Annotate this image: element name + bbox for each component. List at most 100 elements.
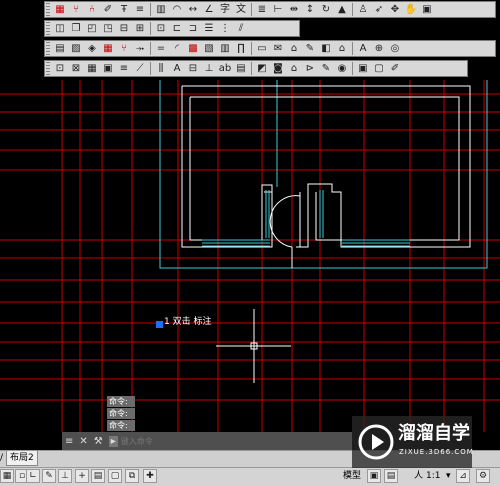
camera-icon[interactable]: ◙ (271, 62, 285, 75)
door-icon[interactable]: ⊞ (133, 22, 147, 35)
equal-icon[interactable]: = (154, 42, 168, 55)
building-icon[interactable]: ⌂ (287, 62, 301, 75)
circle-cross-icon[interactable]: ⊕ (372, 42, 386, 55)
tab-layout2[interactable]: 布局2 (6, 451, 38, 466)
properties-icon[interactable]: ▤ (53, 42, 67, 55)
angle-icon[interactable]: ∠ (202, 3, 216, 16)
menu-icon[interactable]: ≡ (65, 436, 73, 447)
eye-icon[interactable]: ◉ (335, 62, 349, 75)
dim-vertical-icon[interactable]: ↕ (303, 3, 317, 16)
book-icon[interactable]: ◧ (319, 42, 333, 55)
dynamic-ucs-icon[interactable]: ✚ (143, 469, 157, 483)
close-icon[interactable]: ✕ (79, 436, 87, 447)
model-space-label[interactable]: 模型 (343, 470, 361, 483)
toolbar-grip[interactable] (46, 42, 50, 55)
roof-icon[interactable]: ⌂ (335, 42, 349, 55)
viewport-icon[interactable]: ▣ (367, 469, 381, 483)
pan-view-icon[interactable]: ⊠ (69, 62, 83, 75)
move-icon[interactable]: ✥ (388, 3, 402, 16)
pillar-icon[interactable]: ∏ (234, 42, 248, 55)
window-frame-icon[interactable]: ▭ (255, 42, 269, 55)
layers-icon[interactable]: ◫ (53, 22, 67, 35)
stair-icon[interactable]: ≡ (117, 62, 131, 75)
polar-toggle-icon[interactable]: ✎ (42, 469, 56, 483)
toolbar-grip[interactable] (46, 62, 50, 75)
command-input[interactable] (120, 436, 271, 446)
align-icon[interactable]: ≡ (133, 3, 147, 16)
lineweight-toggle-icon[interactable]: ▤ (91, 469, 105, 483)
column-list-icon[interactable]: ☰ (202, 22, 216, 35)
ramp-icon[interactable]: ⟋ (133, 62, 147, 75)
text-multi-icon[interactable]: 文 (234, 3, 248, 16)
cube-icon[interactable]: ▣ (356, 62, 370, 75)
arc-icon[interactable]: ◠ (170, 3, 184, 16)
grid-red-icon[interactable]: ▦ (101, 42, 115, 55)
text-tool-icon[interactable]: 字 (218, 3, 232, 16)
ortho-toggle-icon[interactable]: ∟ (26, 469, 40, 483)
annotation-visibility-icon[interactable]: ⊿ (456, 469, 470, 483)
stack-icon[interactable]: ◈ (85, 42, 99, 55)
pointer-icon[interactable]: ➶ (372, 3, 386, 16)
transparency-toggle-icon[interactable]: ▢ (108, 469, 122, 483)
wrench-icon[interactable]: ⚒ (94, 436, 103, 447)
command-prompt-icon[interactable]: ▸ (108, 435, 118, 447)
grid-icon[interactable]: ▦ (53, 3, 67, 16)
layer-split-icon[interactable]: ◳ (101, 22, 115, 35)
dim-icon[interactable]: ⊢ (271, 3, 285, 16)
layout-view-icon[interactable]: ▤ (384, 469, 398, 483)
text-a-icon[interactable]: A (170, 62, 184, 75)
axis-icon[interactable]: ⑂ (117, 42, 131, 55)
render-icon[interactable]: ◩ (255, 62, 269, 75)
window-double-icon[interactable]: ⊡ (154, 22, 168, 35)
stairs-icon[interactable]: ≣ (255, 3, 269, 16)
person-icon[interactable]: ♙ (356, 3, 370, 16)
pan-icon[interactable]: ✋ (404, 3, 418, 16)
elevation-icon[interactable]: ⊥ (202, 62, 216, 75)
move-axis-icon[interactable]: ⤞ (133, 42, 147, 55)
envelope-icon[interactable]: ✉ (271, 42, 285, 55)
note-icon[interactable]: ▧ (202, 42, 216, 55)
zoom-window-icon[interactable]: ⊡ (53, 62, 67, 75)
pencil-icon[interactable]: ✎ (303, 42, 317, 55)
grid-view-icon[interactable]: ▦ (85, 62, 99, 75)
target-icon[interactable]: ◎ (388, 42, 402, 55)
selection-grip[interactable] (156, 321, 163, 328)
table-red-icon[interactable]: ▩ (186, 42, 200, 55)
image-icon[interactable]: ▣ (101, 62, 115, 75)
toolbar-grip[interactable] (46, 22, 50, 35)
toolbar-grip[interactable] (46, 3, 50, 16)
match-icon[interactable]: ▨ (69, 42, 83, 55)
abc-icon[interactable]: ab (218, 62, 232, 75)
hatch-icon[interactable]: ⫽ (234, 22, 248, 35)
layer-merge-icon[interactable]: ◰ (85, 22, 99, 35)
circle-arrow-icon[interactable]: ↻ (319, 3, 333, 16)
paint-icon[interactable]: ✎ (319, 62, 333, 75)
lock-icon[interactable]: ⌂ (287, 42, 301, 55)
scale-dropdown-icon[interactable]: ▾ (446, 470, 451, 483)
mountain-icon[interactable]: ▲ (335, 3, 349, 16)
text-letter-icon[interactable]: A (356, 42, 370, 55)
otrack-toggle-icon[interactable]: + (75, 469, 89, 483)
wall-icon[interactable]: ▥ (218, 42, 232, 55)
dim-arrow-icon[interactable]: ⇹ (287, 3, 301, 16)
table-icon[interactable]: ▤ (234, 62, 248, 75)
brush-edit-icon[interactable]: ✐ (388, 62, 402, 75)
window-icon[interactable]: ⊟ (117, 22, 131, 35)
car-icon[interactable]: ⊳ (303, 62, 317, 75)
layer-copy-icon[interactable]: ❐ (69, 22, 83, 35)
text-top-icon[interactable]: Ŧ (117, 3, 131, 16)
column-icon[interactable]: ▥ (154, 3, 168, 16)
selection-cycle-icon[interactable]: ⧉ (125, 469, 139, 483)
slab-icon[interactable]: ⊐ (186, 22, 200, 35)
fork-icon[interactable]: ⑂ (69, 3, 83, 16)
annotation-scale[interactable]: 1:1 (426, 470, 440, 483)
auto-scale-icon[interactable]: ⚙ (476, 469, 490, 483)
beam-icon[interactable]: ⊏ (170, 22, 184, 35)
frame-icon[interactable]: ▢ (372, 62, 386, 75)
rail-icon[interactable]: ⫼ (154, 62, 168, 75)
line-fork-icon[interactable]: ⑃ (85, 3, 99, 16)
door-swing-icon[interactable]: ◜ (170, 42, 184, 55)
list-icon[interactable]: ⋮ (218, 22, 232, 35)
osnap-toggle-icon[interactable]: ⊥ (58, 469, 72, 483)
section-icon[interactable]: ⊟ (186, 62, 200, 75)
